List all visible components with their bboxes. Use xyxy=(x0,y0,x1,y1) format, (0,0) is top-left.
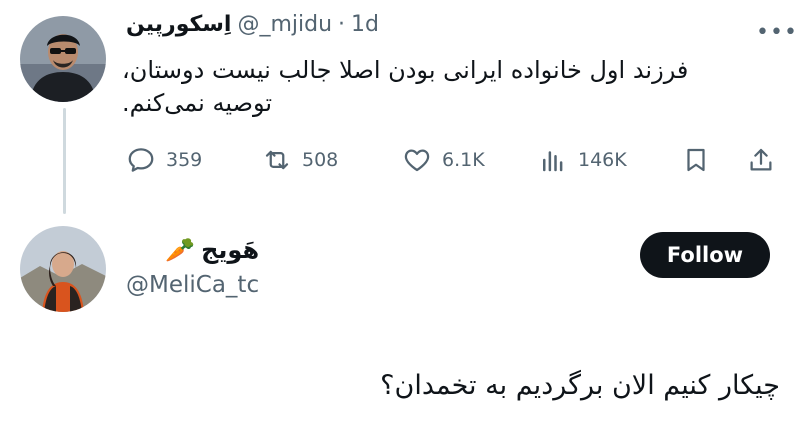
tweet-text-line: فرزند اول خانواده ایرانی بودن اصلا جالب … xyxy=(122,56,689,84)
tweet-time[interactable]: 1d xyxy=(351,12,379,37)
share-icon xyxy=(750,148,772,171)
avatar-photo-icon xyxy=(20,226,106,312)
heart-icon xyxy=(404,149,430,172)
bookmark-icon xyxy=(687,148,705,172)
follow-button[interactable]: Follow xyxy=(640,232,770,278)
repost-button[interactable]: 508 xyxy=(262,145,338,175)
views-button[interactable]: 146K xyxy=(538,145,627,175)
carrot-emoji-icon: 🥕 xyxy=(165,236,196,264)
reply-button[interactable]: 359 xyxy=(126,145,202,175)
tweet-header: اِسکورپین @_mjidu · 1d xyxy=(126,12,379,37)
bookmark-button[interactable] xyxy=(681,145,711,175)
tweet-text-line: توصیه نمی‌کنم. xyxy=(122,89,273,117)
reply-author-name[interactable]: هَویج xyxy=(201,236,259,264)
author-name[interactable]: اِسکورپین xyxy=(126,12,231,37)
reply-author-name-row: هَویج 🥕 xyxy=(126,236,259,264)
separator-dot: · xyxy=(338,12,346,37)
like-count: 6.1K xyxy=(442,149,485,171)
repost-count: 508 xyxy=(302,149,339,171)
reply-count: 359 xyxy=(166,149,203,171)
tweet-action-bar: 359 508 6.1K 146K xyxy=(126,145,786,181)
views-chart-icon xyxy=(543,151,563,172)
reply-icon xyxy=(128,148,154,172)
author-handle[interactable]: @_mjidu xyxy=(237,12,332,37)
reply-text: چیکار کنیم الان برگردیم به تخمدان؟ xyxy=(380,370,780,401)
share-button[interactable] xyxy=(746,145,776,175)
tweet-text: فرزند اول خانواده ایرانی بودن اصلا جالب … xyxy=(122,54,782,120)
views-count: 146K xyxy=(578,149,627,171)
reply-author-header: هَویج 🥕 @MeliCa_tc xyxy=(126,236,259,298)
reply-author-handle[interactable]: @MeliCa_tc xyxy=(126,272,259,298)
avatar[interactable] xyxy=(20,226,106,312)
avatar-photo-icon xyxy=(20,16,106,102)
like-button[interactable]: 6.1K xyxy=(402,145,485,175)
avatar[interactable] xyxy=(20,16,106,102)
thread-connector-line xyxy=(63,108,66,214)
repost-icon xyxy=(265,150,289,170)
more-horizontal-icon[interactable]: ••• xyxy=(756,20,798,45)
